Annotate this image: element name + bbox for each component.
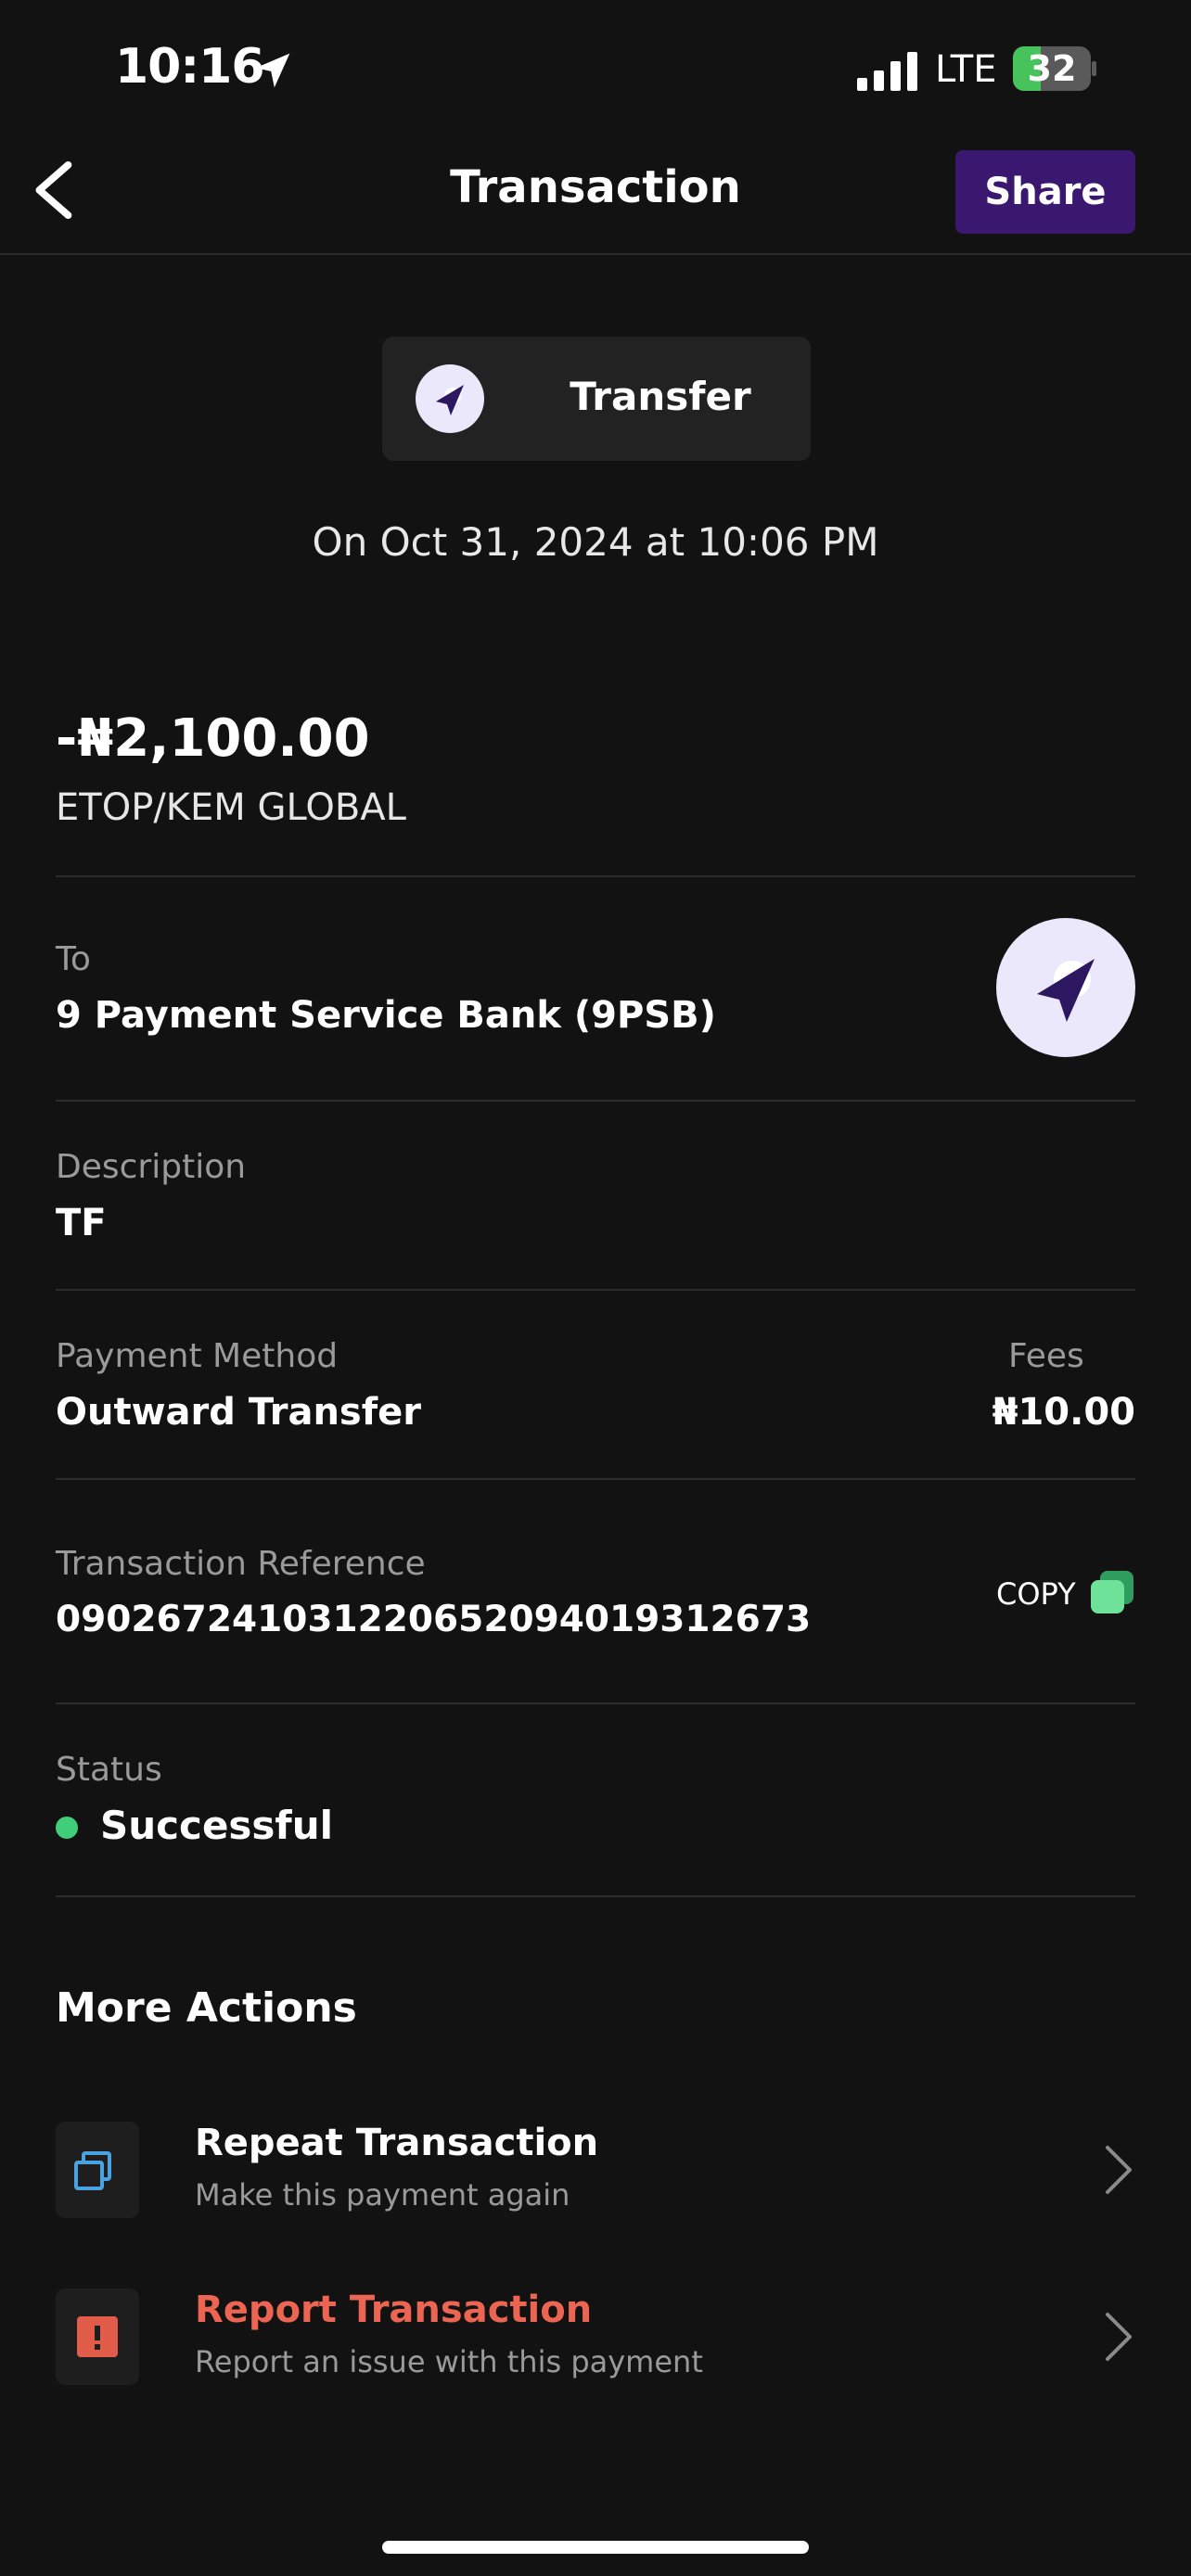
- copy-icon: [56, 2122, 139, 2218]
- location-arrow-icon: [255, 53, 290, 88]
- description-label: Description: [56, 1148, 247, 1186]
- to-label: To: [56, 940, 91, 978]
- payment-method-label: Payment Method: [56, 1337, 339, 1375]
- status-time: 10:16: [115, 39, 265, 95]
- signal-icon: [857, 52, 917, 91]
- transaction-date: On Oct 31, 2024 at 10:06 PM: [312, 519, 879, 565]
- status-dot-icon: [56, 1817, 78, 1839]
- copy-button[interactable]: COPY: [996, 1576, 1076, 1612]
- action-subtitle: Report an issue with this payment: [195, 2344, 703, 2379]
- transaction-type-chip: Transfer: [382, 337, 811, 461]
- share-button[interactable]: Share: [955, 150, 1135, 234]
- payment-method-value: Outward Transfer: [56, 1391, 421, 1434]
- battery-level: 32: [1027, 48, 1077, 89]
- send-icon: [416, 364, 484, 433]
- fees-value: ₦10.00: [992, 1391, 1135, 1434]
- counterparty-name: ETOP/KEM GLOBAL: [56, 786, 406, 829]
- send-icon: [996, 918, 1135, 1057]
- copy-icon[interactable]: [1089, 1569, 1135, 1615]
- action-title: Report Transaction: [195, 2289, 593, 2331]
- header-divider: [0, 253, 1191, 255]
- transaction-amount: -₦2,100.00: [56, 708, 370, 769]
- reference-label: Transaction Reference: [56, 1545, 426, 1583]
- divider: [56, 875, 1135, 877]
- status-value: Successful: [100, 1803, 333, 1848]
- chevron-right-icon: [1106, 2313, 1132, 2361]
- fees-label: Fees: [1008, 1337, 1084, 1375]
- status-label: Status: [56, 1751, 162, 1789]
- action-subtitle: Make this payment again: [195, 2177, 570, 2213]
- transaction-type-label: Transfer: [570, 374, 751, 419]
- divider: [56, 1702, 1135, 1704]
- alert-icon: [56, 2289, 139, 2385]
- more-actions-title: More Actions: [56, 1984, 357, 2032]
- divider: [56, 1289, 1135, 1291]
- chevron-right-icon: [1106, 2146, 1132, 2194]
- to-value: 9 Payment Service Bank (9PSB): [56, 994, 716, 1037]
- divider: [56, 1895, 1135, 1897]
- divider: [56, 1100, 1135, 1102]
- report-transaction-action[interactable]: Report Transaction Report an issue with …: [56, 2289, 1135, 2391]
- description-value: TF: [56, 1202, 107, 1244]
- action-title: Repeat Transaction: [195, 2122, 599, 2164]
- repeat-transaction-action[interactable]: Repeat Transaction Make this payment aga…: [56, 2122, 1135, 2224]
- home-indicator[interactable]: [382, 2541, 809, 2554]
- divider: [56, 1478, 1135, 1480]
- network-label: LTE: [935, 48, 997, 91]
- reference-value: 090267241031220652094019312673: [56, 1599, 812, 1640]
- battery-icon: 32: [1013, 46, 1096, 91]
